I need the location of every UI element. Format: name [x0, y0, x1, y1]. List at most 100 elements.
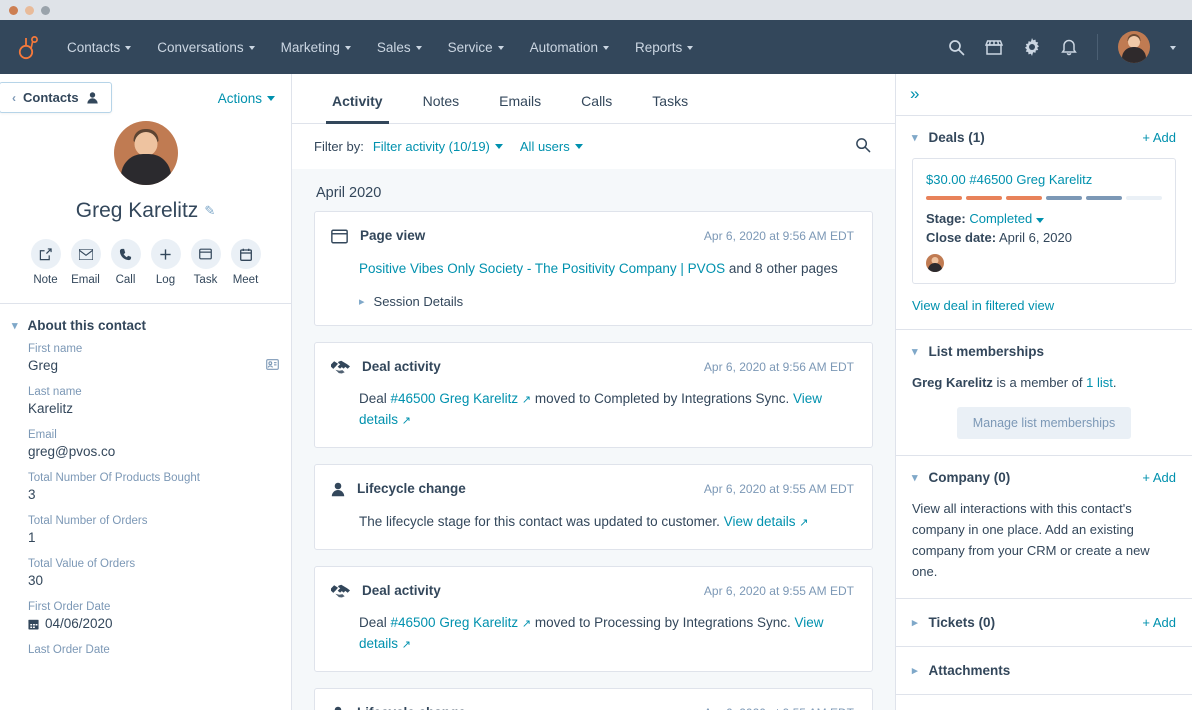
chevron-down-icon — [574, 144, 583, 149]
window-minimize-dot[interactable] — [25, 5, 34, 15]
add-ticket-button[interactable]: + Add — [1142, 615, 1176, 630]
contact-avatar[interactable] — [113, 121, 178, 185]
search-icon[interactable] — [855, 137, 871, 156]
double-chevron-right-icon[interactable]: » — [910, 84, 919, 103]
chevron-down-icon — [267, 96, 275, 101]
tickets-header[interactable]: ▸ Tickets (0) + Add — [912, 615, 1176, 630]
search-icon[interactable] — [948, 39, 965, 56]
chevron-down-icon: ▾ — [912, 472, 918, 485]
activity-card-lifecycle-subscriber[interactable]: Lifecycle change Apr 6, 2020 at 9:55 AM … — [314, 687, 873, 710]
nav-item-automation[interactable]: Automation — [517, 34, 622, 61]
lifecycle-person-icon — [331, 481, 345, 502]
external-link-icon[interactable]: ↗︎ — [799, 517, 808, 529]
note-icon — [30, 239, 61, 269]
attachments-header[interactable]: ▸ Attachments — [912, 663, 1176, 678]
quick-action-task[interactable]: Task — [190, 239, 221, 286]
deal-link[interactable]: #46500 Greg Karelitz — [391, 615, 519, 630]
hubspot-sprocket-logo[interactable] — [12, 30, 46, 64]
deal-close-date-row: Close date: April 6, 2020 — [926, 230, 1162, 245]
tab-notes[interactable]: Notes — [403, 74, 480, 123]
card-timestamp: Apr 6, 2020 at 9:56 AM EDT — [703, 229, 854, 243]
marketplace-icon[interactable] — [985, 39, 1003, 56]
session-details-toggle[interactable]: ▸ Session Details — [359, 294, 854, 309]
pencil-icon[interactable]: ✎ — [204, 203, 215, 219]
quick-action-note[interactable]: Note — [30, 239, 61, 286]
tab-emails[interactable]: Emails — [479, 74, 561, 123]
external-link-icon[interactable]: ↗︎ — [522, 618, 531, 630]
filter-bar: Filter by: Filter activity (10/19) All u… — [292, 124, 895, 169]
stage-label: Stage: — [926, 211, 966, 226]
deal-owner-avatar[interactable] — [926, 254, 944, 272]
external-link-icon[interactable]: ↗︎ — [522, 394, 531, 406]
page-view-link[interactable]: Positive Vibes Only Society - The Positi… — [359, 261, 725, 276]
window-close-dot[interactable] — [9, 5, 18, 15]
chevron-down-icon — [248, 46, 255, 50]
filter-activity-dropdown[interactable]: Filter activity (10/19) — [373, 139, 503, 154]
deal-card[interactable]: $30.00 #46500 Greg Karelitz Stage: Compl… — [912, 158, 1176, 284]
deal-handshake-icon — [331, 583, 350, 603]
first-order-date-value: 04/06/2020 — [45, 616, 113, 631]
page-body: ‹ Contacts Actions Greg Karelitz ✎ Note … — [0, 74, 1192, 710]
card-timestamp: Apr 6, 2020 at 9:55 AM EDT — [704, 705, 854, 710]
chevron-down-icon[interactable] — [1170, 46, 1176, 50]
add-deal-button[interactable]: + Add — [1142, 130, 1176, 145]
nav-item-sales[interactable]: Sales — [364, 34, 435, 61]
external-link-icon[interactable]: ↗︎ — [402, 639, 411, 651]
stage-segment-6 — [1126, 196, 1162, 200]
page-view-suffix: and 8 other pages — [725, 261, 838, 276]
tab-tasks[interactable]: Tasks — [632, 74, 708, 123]
stage-value-dropdown[interactable]: Completed — [969, 211, 1032, 226]
gear-icon[interactable] — [1023, 38, 1041, 56]
member-mid-text: is a member of — [992, 375, 1087, 390]
activity-card-deal-processing[interactable]: Deal activity Apr 6, 2020 at 9:55 AM EDT… — [314, 565, 873, 672]
quick-action-log[interactable]: Log — [150, 239, 181, 286]
back-to-contacts-button[interactable]: ‹ Contacts — [0, 82, 112, 113]
add-company-button[interactable]: + Add — [1142, 470, 1176, 485]
view-details-link[interactable]: View details — [724, 514, 796, 529]
nav-label: Conversations — [157, 39, 244, 55]
window-maximize-dot[interactable] — [41, 5, 50, 15]
nav-item-marketing[interactable]: Marketing — [268, 34, 364, 61]
filter-activity-label: Filter activity (10/19) — [372, 139, 490, 154]
deal-prefix: Deal — [359, 390, 391, 406]
nav-item-reports[interactable]: Reports — [622, 34, 706, 61]
external-link-icon[interactable]: ↗︎ — [402, 415, 411, 427]
property-total-orders: Total Number of Orders 1 — [28, 515, 148, 545]
quick-action-email[interactable]: Email — [70, 239, 101, 286]
property-first-order-date: First Order Date 04/06/2020 — [28, 601, 113, 631]
filter-users-dropdown[interactable]: All users — [520, 139, 583, 154]
chevron-down-icon: ▾ — [912, 132, 918, 144]
nav-menu: Contacts Conversations Marketing Sales S… — [54, 34, 706, 61]
tab-calls[interactable]: Calls — [561, 74, 632, 123]
avatar[interactable] — [1118, 31, 1150, 63]
plus-icon — [150, 239, 181, 269]
nav-item-conversations[interactable]: Conversations — [144, 34, 267, 61]
activity-feed[interactable]: April 2020 Page view Apr 6, 2020 at 9:56… — [292, 169, 895, 710]
nav-item-contacts[interactable]: Contacts — [54, 34, 144, 61]
manage-list-memberships-button[interactable]: Manage list memberships — [956, 407, 1132, 440]
view-deal-filtered-link[interactable]: View deal in filtered view — [912, 298, 1176, 313]
window-chrome — [0, 0, 1192, 20]
deal-title-link[interactable]: $30.00 #46500 Greg Karelitz — [926, 172, 1162, 187]
nav-item-service[interactable]: Service — [435, 34, 517, 61]
card-title: Lifecycle change — [357, 480, 466, 496]
about-section-header[interactable]: ▾ About this contact — [0, 304, 291, 343]
actions-dropdown[interactable]: Actions — [218, 91, 275, 106]
quick-action-call[interactable]: Call — [110, 239, 141, 286]
activity-card-page-view[interactable]: Page view Apr 6, 2020 at 9:56 AM EDT Pos… — [314, 211, 873, 326]
card-body: The lifecycle stage for this contact was… — [359, 512, 854, 533]
bell-icon[interactable] — [1061, 38, 1077, 56]
activity-card-deal-completed[interactable]: Deal activity Apr 6, 2020 at 9:56 AM EDT… — [314, 341, 873, 448]
stage-segment-5 — [1086, 196, 1122, 200]
quick-action-meet[interactable]: Meet — [230, 239, 261, 286]
activity-card-lifecycle-customer[interactable]: Lifecycle change Apr 6, 2020 at 9:55 AM … — [314, 463, 873, 550]
tickets-title: Tickets (0) — [928, 615, 996, 631]
list-count-link[interactable]: 1 list — [1086, 375, 1113, 390]
deals-header[interactable]: ▾ Deals (1) + Add — [912, 130, 1176, 145]
tab-activity[interactable]: Activity — [312, 74, 403, 124]
deal-link[interactable]: #46500 Greg Karelitz — [391, 391, 519, 406]
company-header[interactable]: ▾ Company (0) + Add — [912, 470, 1176, 485]
contact-profile: Greg Karelitz ✎ Note Email Call Log Task… — [0, 113, 291, 286]
contact-card-icon[interactable] — [266, 357, 279, 375]
list-memberships-header[interactable]: ▾ List memberships — [912, 344, 1176, 359]
